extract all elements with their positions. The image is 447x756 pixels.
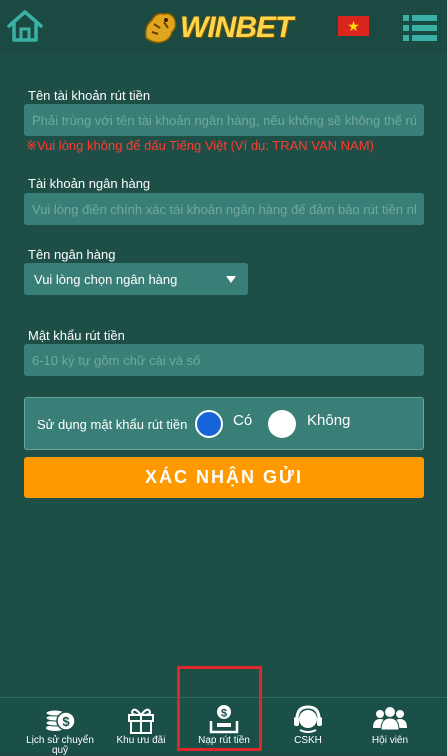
account-name-warning: ※Vui lòng không để dấu Tiếng Việt (Ví dụ… bbox=[26, 138, 374, 153]
nav-label-deposit-withdraw: Nạp rút tiền bbox=[198, 735, 250, 746]
top-header: WINBET ★ bbox=[0, 0, 447, 54]
gift-icon bbox=[128, 708, 154, 734]
bank-select-dropdown[interactable]: Vui lòng chọn ngân hàng bbox=[24, 263, 248, 295]
nav-item-deposit-withdraw[interactable]: $ Nạp rút tiền bbox=[188, 698, 260, 752]
tiger-mascot-icon bbox=[144, 12, 177, 44]
nav-label-transfer-history: Lịch sử chuyển quỹ bbox=[26, 735, 94, 756]
confirm-submit-button[interactable]: XÁC NHẬN GỬI bbox=[24, 457, 424, 498]
withdraw-password-label: Mật khẩu rút tiền bbox=[28, 328, 125, 343]
bottom-navigation: $ Lịch sử chuyển quỹ Khu ưu đãi $ Nạp rú… bbox=[0, 697, 447, 756]
radio-yes-label[interactable]: Có bbox=[233, 412, 252, 429]
nav-label-customer-support: CSKH bbox=[294, 735, 322, 746]
flag-star: ★ bbox=[347, 18, 360, 34]
nav-item-members[interactable]: Hội viên bbox=[362, 698, 418, 752]
nav-item-promotions[interactable]: Khu ưu đãi bbox=[110, 698, 172, 752]
menu-list-icon[interactable] bbox=[403, 14, 437, 42]
nav-label-promotions: Khu ưu đãi bbox=[116, 735, 166, 746]
nav-label-members: Hội viên bbox=[371, 735, 409, 746]
members-icon bbox=[373, 707, 407, 731]
winbet-logo[interactable]: WINBET bbox=[140, 6, 300, 50]
bank-account-label: Tài khoản ngân hàng bbox=[28, 176, 151, 191]
svg-text:$: $ bbox=[221, 708, 227, 720]
vietnam-flag-icon[interactable]: ★ bbox=[338, 16, 369, 36]
radio-yes[interactable] bbox=[195, 410, 223, 438]
account-name-label: Tên tài khoản rút tiền bbox=[28, 88, 151, 103]
logo-text: WINBET bbox=[180, 11, 293, 44]
account-name-input[interactable] bbox=[24, 104, 424, 136]
radio-no-label[interactable]: Không bbox=[307, 412, 350, 429]
coins-icon: $ bbox=[45, 709, 76, 731]
svg-text:$: $ bbox=[62, 714, 70, 729]
radio-no[interactable] bbox=[268, 410, 296, 438]
chevron-down-icon bbox=[226, 276, 236, 283]
bank-account-input[interactable] bbox=[24, 193, 424, 225]
nav-item-transfer-history[interactable]: $ Lịch sử chuyển quỹ bbox=[26, 698, 94, 756]
deposit-icon: $ bbox=[209, 705, 239, 734]
withdraw-password-input[interactable] bbox=[24, 344, 424, 376]
bank-select-value: Vui lòng chọn ngân hàng bbox=[34, 272, 178, 287]
nav-item-customer-support[interactable]: CSKH bbox=[286, 698, 330, 752]
use-password-option-box: Sử dụng mật khẩu rút tiền Có Không bbox=[24, 397, 424, 450]
headset-icon bbox=[294, 705, 322, 733]
use-password-label: Sử dụng mật khẩu rút tiền bbox=[37, 417, 188, 432]
bank-name-label: Tên ngân hàng bbox=[28, 247, 116, 262]
home-icon[interactable] bbox=[6, 8, 44, 44]
